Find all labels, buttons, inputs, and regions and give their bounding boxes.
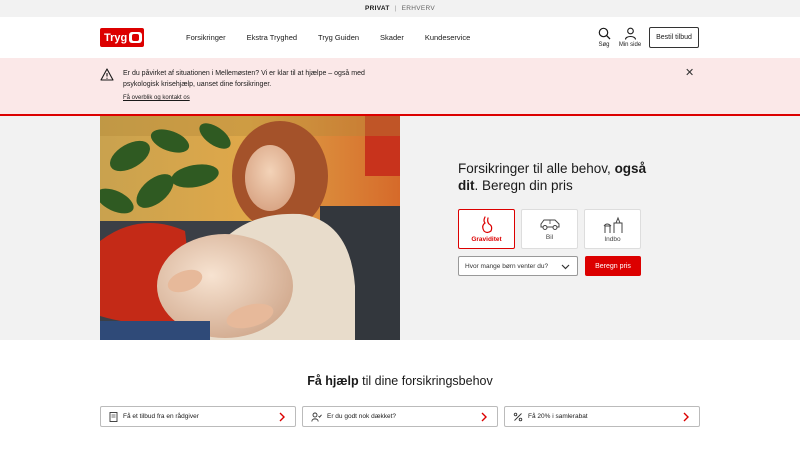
help-button-label: Få et tilbud fra en rådgiver xyxy=(123,413,199,420)
hero-section xyxy=(0,116,800,340)
segment-switcher: PRIVAT | ERHVERV xyxy=(0,0,800,17)
account-button[interactable]: Min side xyxy=(617,27,643,48)
warning-icon xyxy=(100,68,114,81)
pregnancy-icon xyxy=(481,216,492,234)
children-count-select[interactable]: Hvor mange børn venter du? xyxy=(458,256,578,276)
hero-title-part2: . Beregn din pris xyxy=(474,178,573,193)
chevron-right-icon xyxy=(683,412,689,422)
select-placeholder: Hvor mange børn venter du? xyxy=(465,262,549,270)
business-link[interactable]: ERHVERV xyxy=(402,5,435,12)
alert-link[interactable]: Få overblik og kontakt os xyxy=(123,93,383,104)
hero-photo xyxy=(100,116,400,340)
logo-mark-icon xyxy=(129,32,143,43)
nav-item-customer-service[interactable]: Kundeservice xyxy=(425,33,470,42)
nav-item-tryg-guide[interactable]: Tryg Guiden xyxy=(318,33,359,42)
help-button-coverage-check[interactable]: Er du godt nok dækket? xyxy=(302,406,498,427)
chevron-down-icon xyxy=(561,264,570,270)
product-card-car[interactable]: Bil xyxy=(521,209,578,249)
site-header: Tryg Forsikringer Ekstra Tryghed Tryg Gu… xyxy=(0,17,800,58)
alert-message-block: Er du påvirket af situationen i Mellemøs… xyxy=(123,68,383,104)
percent-icon xyxy=(513,412,523,422)
nav-item-claims[interactable]: Skader xyxy=(380,33,404,42)
help-button-label: Få 20% i samlerabat xyxy=(528,413,588,420)
help-title-bold: Få hjælp xyxy=(307,374,359,388)
document-icon xyxy=(109,411,118,422)
alert-banner: Er du påvirket af situationen i Mellemøs… xyxy=(0,58,800,116)
card-label-car: Bil xyxy=(545,234,554,241)
chevron-right-icon xyxy=(279,412,285,422)
chevron-right-icon xyxy=(481,412,487,422)
nav-item-extra-security[interactable]: Ekstra Tryghed xyxy=(247,33,297,42)
car-icon xyxy=(540,219,559,230)
separator: | xyxy=(394,5,397,12)
logo-text: Tryg xyxy=(104,31,128,44)
search-button[interactable]: Søg xyxy=(596,27,612,48)
help-button-label: Er du godt nok dækket? xyxy=(327,413,397,420)
alert-message: Er du påvirket af situationen i Mellemøs… xyxy=(123,70,365,88)
hero-title-part1: Forsikringer til alle behov, xyxy=(458,161,615,176)
tryg-logo[interactable]: Tryg xyxy=(100,28,144,47)
search-icon xyxy=(598,27,610,40)
user-icon xyxy=(624,27,636,40)
help-section-title: Få hjælp til dine forsikringsbehov xyxy=(0,374,800,388)
help-button-bundle-discount[interactable]: Få 20% i samlerabat xyxy=(504,406,700,427)
help-button-advisor-offer[interactable]: Få et tilbud fra en rådgiver xyxy=(100,406,296,427)
nav-item-insurance[interactable]: Forsikringer xyxy=(186,33,226,42)
help-title-rest: til dine forsikringsbehov xyxy=(358,374,493,388)
product-card-home-contents[interactable]: Indbo xyxy=(584,209,641,249)
account-label: Min side xyxy=(618,42,642,48)
person-check-icon xyxy=(311,412,322,422)
home-contents-icon xyxy=(603,216,622,233)
calculate-price-button[interactable]: Beregn pris xyxy=(585,256,641,276)
product-card-pregnancy[interactable]: Graviditet xyxy=(458,209,515,249)
card-label-pregnancy: Graviditet xyxy=(471,236,502,243)
order-offer-button[interactable]: Bestil tilbud xyxy=(649,27,699,48)
main-nav: Forsikringer Ekstra Tryghed Tryg Guiden … xyxy=(186,33,491,42)
card-label-home-contents: Indbo xyxy=(604,236,621,243)
close-icon[interactable]: ✕ xyxy=(685,66,694,79)
private-link[interactable]: PRIVAT xyxy=(365,5,390,12)
search-label: Søg xyxy=(598,42,610,48)
hero-title: Forsikringer til alle behov, også dit. B… xyxy=(458,160,658,194)
